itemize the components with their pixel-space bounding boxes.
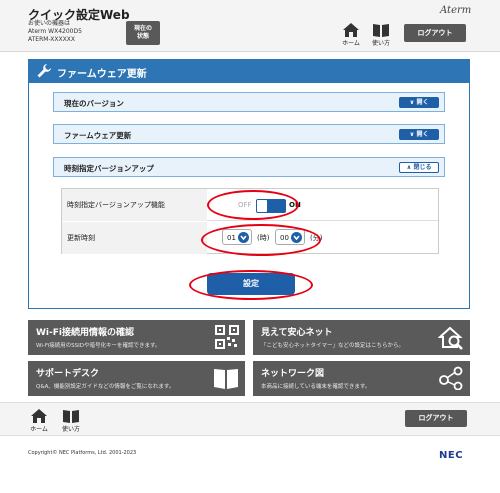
minute-value: 00 bbox=[280, 234, 289, 242]
open-button-label: 開く bbox=[416, 99, 429, 106]
close-button-label: 閉じる bbox=[413, 164, 432, 171]
device-id: ATERM-XXXXXX bbox=[28, 36, 75, 43]
tile-title: Wi-Fi接続用情報の確認 bbox=[36, 328, 134, 338]
device-info-line: お使いの機器は bbox=[28, 20, 71, 27]
open-button[interactable]: ∨ 開く bbox=[399, 129, 439, 140]
help-label: 使い方 bbox=[61, 426, 80, 433]
header: クイック設定Web お使いの機器は Aterm WX4200D5 ATERM-X… bbox=[0, 0, 500, 52]
home-label: ホーム bbox=[342, 40, 360, 47]
tile-support-desk[interactable]: サポートデスク Q&A、機能別設定ガイドなどの情報をご覧になれます。 bbox=[28, 361, 245, 396]
chevron-down-icon bbox=[238, 232, 249, 243]
auto-update-toggle[interactable]: OFF ON bbox=[238, 198, 301, 214]
toggle-on-label: ON bbox=[289, 201, 301, 209]
update-time-label: 更新時刻 bbox=[62, 222, 207, 254]
book-icon bbox=[214, 369, 238, 389]
tile-title: ネットワーク図 bbox=[261, 369, 325, 379]
section-current-version[interactable]: 現在のバージョン ∨ 開く bbox=[53, 92, 445, 112]
close-button[interactable]: ∧ 閉じる bbox=[399, 162, 439, 173]
home-label: ホーム bbox=[30, 426, 48, 433]
submit-button[interactable]: 設定 bbox=[207, 273, 295, 295]
update-time-row: 更新時刻 01 (時) 00 (分) bbox=[62, 222, 438, 254]
panel-header: ファームウェア更新 bbox=[29, 60, 469, 83]
footer-logout-button[interactable]: ログアウト bbox=[405, 410, 467, 427]
hour-value: 01 bbox=[227, 234, 236, 242]
nec-logo: NEC bbox=[439, 450, 464, 461]
copyright: Copyright© NEC Platforms, Ltd. 2001-2023 bbox=[28, 450, 137, 456]
device-info: お使いの機器は Aterm WX4200D5 ATERM-XXXXXX bbox=[28, 20, 82, 44]
section-scheduled-update[interactable]: 時刻指定バージョンアップ ∧ 閉じる bbox=[53, 157, 445, 177]
panel-title: ファームウェア更新 bbox=[57, 69, 147, 80]
tile-safe-net[interactable]: 見えて安心ネット 「こども安心ネットタイマー」などの設定はこちらから。 bbox=[253, 320, 470, 355]
house-search-icon bbox=[438, 326, 463, 350]
scheduled-update-settings: 時刻指定バージョンアップ機能 OFF ON 更新時刻 01 (時) 00 (分) bbox=[61, 188, 439, 254]
section-label: 時刻指定バージョンアップ bbox=[64, 164, 154, 173]
help-nav-button[interactable]: 使い方 bbox=[370, 23, 392, 47]
footer-help-button[interactable]: 使い方 bbox=[60, 409, 82, 433]
logout-button[interactable]: ログアウト bbox=[404, 24, 466, 42]
toggle-off-label: OFF bbox=[238, 201, 252, 209]
network-icon bbox=[439, 366, 463, 390]
tile-network-map[interactable]: ネットワーク図 本商品に接続している端末を確認できます。 bbox=[253, 361, 470, 396]
auto-update-row: 時刻指定バージョンアップ機能 OFF ON bbox=[62, 189, 438, 221]
section-firmware-update[interactable]: ファームウェア更新 ∨ 開く bbox=[53, 124, 445, 144]
wrench-icon bbox=[37, 64, 51, 78]
aterm-logo: Aterm bbox=[440, 5, 472, 16]
home-icon bbox=[343, 23, 359, 37]
minute-unit: (分) bbox=[310, 234, 323, 242]
auto-update-label: 時刻指定バージョンアップ機能 bbox=[62, 189, 207, 221]
firmware-update-panel: ファームウェア更新 現在のバージョン ∨ 開く ファームウェア更新 ∨ 開く 時… bbox=[28, 59, 470, 309]
home-nav-button[interactable]: ホーム bbox=[340, 23, 362, 47]
open-button-label: 開く bbox=[416, 131, 429, 138]
tile-description: Q&A、機能別設定ガイドなどの情報をご覧になれます。 bbox=[36, 384, 175, 390]
current-status-button[interactable]: 現在の 状態 bbox=[126, 21, 160, 45]
qr-code-icon bbox=[215, 325, 239, 349]
footer-nav: ホーム 使い方 ログアウト bbox=[0, 402, 500, 436]
toggle-knob[interactable] bbox=[257, 200, 267, 212]
tile-description: 「こども安心ネットタイマー」などの設定はこちらから。 bbox=[261, 343, 405, 349]
tile-description: Wi-Fi接続用のSSIDや暗号化キーを確認できます。 bbox=[36, 343, 161, 349]
tile-title: サポートデスク bbox=[36, 369, 100, 379]
hour-select[interactable]: 01 bbox=[222, 229, 252, 245]
status-button-line1: 現在の bbox=[133, 25, 152, 32]
footer-home-button[interactable]: ホーム bbox=[28, 409, 50, 433]
book-icon bbox=[373, 24, 389, 37]
help-label: 使い方 bbox=[371, 40, 390, 47]
book-icon bbox=[63, 410, 79, 423]
tile-title: 見えて安心ネット bbox=[261, 328, 333, 338]
tile-wifi-info[interactable]: Wi-Fi接続用情報の確認 Wi-Fi接続用のSSIDや暗号化キーを確認できます… bbox=[28, 320, 245, 355]
open-button[interactable]: ∨ 開く bbox=[399, 97, 439, 108]
tile-description: 本商品に接続している端末を確認できます。 bbox=[261, 384, 371, 390]
minute-select[interactable]: 00 bbox=[275, 229, 305, 245]
section-label: ファームウェア更新 bbox=[64, 131, 132, 140]
chevron-down-icon bbox=[291, 232, 302, 243]
device-model: Aterm WX4200D5 bbox=[28, 28, 82, 35]
section-label: 現在のバージョン bbox=[64, 99, 124, 108]
home-icon bbox=[31, 409, 47, 423]
hour-unit: (時) bbox=[257, 234, 270, 242]
status-button-line2: 状態 bbox=[136, 33, 149, 40]
